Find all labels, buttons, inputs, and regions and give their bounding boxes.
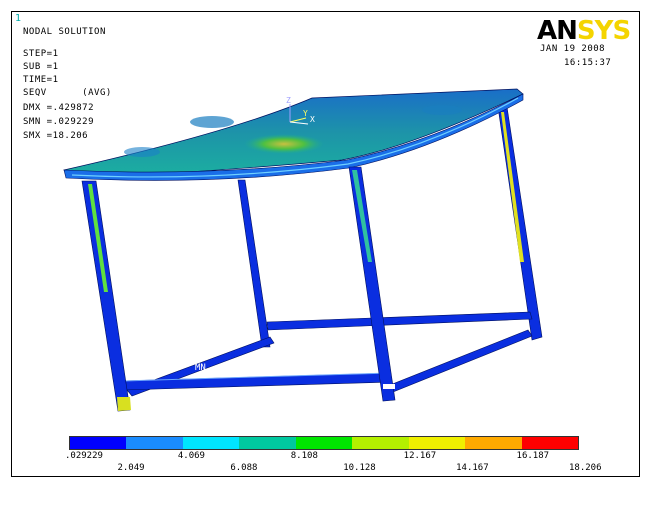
rear-left-leg xyxy=(237,179,271,348)
legend-tick-label: 10.128 xyxy=(343,463,376,473)
rear-right-leg xyxy=(497,106,543,341)
mn-marker: MN xyxy=(195,363,206,373)
z-axis-label: Z xyxy=(286,96,291,105)
legend-tick-label: .029229 xyxy=(65,451,103,461)
legend-tick-label: 6.088 xyxy=(230,463,258,473)
legend-tick-label: 4.069 xyxy=(177,451,205,461)
legend-tick-label: 2.049 xyxy=(117,463,145,473)
front-right-leg xyxy=(348,166,396,402)
right-side-bar xyxy=(389,329,533,393)
legend-tick-label: 8.108 xyxy=(290,451,318,461)
front-left-leg xyxy=(81,180,131,412)
legend-swatch xyxy=(182,437,240,449)
legend-tick-label: 18.206 xyxy=(569,463,602,473)
legend-swatch xyxy=(70,437,127,449)
graphics-window: 1 ANSYS NODAL SOLUTION STEP=1 SUB =1 TIM… xyxy=(11,11,640,477)
legend-swatch xyxy=(465,437,522,449)
legend-tick-label: 14.167 xyxy=(456,463,489,473)
legend-swatch xyxy=(295,437,353,449)
legend-swatch xyxy=(126,437,183,449)
legend-tick-label: 12.167 xyxy=(403,451,437,461)
legend-swatch xyxy=(408,437,466,449)
rear-crossbar xyxy=(266,311,533,331)
y-axis-label: Y xyxy=(303,109,308,118)
legend-swatch xyxy=(521,437,578,449)
front-crossbar xyxy=(121,372,392,391)
x-axis-label: X xyxy=(310,115,315,124)
model-view: MX MN Z Y X xyxy=(63,88,543,412)
legend-tick-label: 16.187 xyxy=(516,451,550,461)
contour-legend-bar xyxy=(69,436,579,450)
mx-marker: MX xyxy=(235,106,246,116)
legend-swatch xyxy=(352,437,409,449)
legend-swatch xyxy=(239,437,296,449)
